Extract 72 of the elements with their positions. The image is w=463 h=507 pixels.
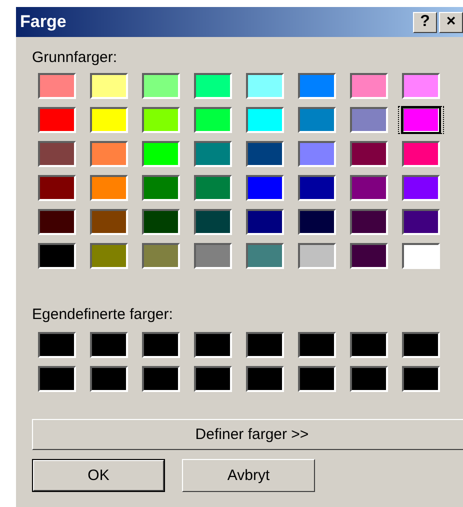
color-swatch[interactable]: [350, 107, 388, 133]
color-swatch[interactable]: [350, 175, 388, 201]
color-swatch[interactable]: [90, 73, 128, 99]
color-swatch[interactable]: [298, 209, 336, 235]
color-swatch[interactable]: [402, 107, 440, 133]
color-swatch[interactable]: [90, 141, 128, 167]
color-swatch[interactable]: [90, 366, 128, 392]
color-swatch[interactable]: [402, 209, 440, 235]
custom-colors-label: Egendefinerte farger:: [32, 306, 174, 323]
color-swatch[interactable]: [246, 243, 284, 269]
window-title: Farge: [20, 12, 66, 32]
color-swatch[interactable]: [298, 366, 336, 392]
color-swatch[interactable]: [90, 209, 128, 235]
color-swatch[interactable]: [350, 141, 388, 167]
color-swatch[interactable]: [142, 332, 180, 358]
color-swatch[interactable]: [350, 332, 388, 358]
ok-button[interactable]: OK: [32, 459, 165, 492]
color-swatch[interactable]: [38, 175, 76, 201]
color-swatch[interactable]: [38, 107, 76, 133]
color-swatch[interactable]: [142, 141, 180, 167]
color-swatch[interactable]: [298, 175, 336, 201]
color-swatch[interactable]: [90, 243, 128, 269]
color-swatch[interactable]: [298, 332, 336, 358]
color-swatch[interactable]: [298, 243, 336, 269]
color-swatch[interactable]: [402, 366, 440, 392]
close-button[interactable]: ×: [439, 12, 463, 32]
color-swatch[interactable]: [38, 332, 76, 358]
color-swatch[interactable]: [142, 209, 180, 235]
color-swatch[interactable]: [194, 107, 232, 133]
color-swatch[interactable]: [298, 107, 336, 133]
color-swatch[interactable]: [246, 107, 284, 133]
color-swatch[interactable]: [194, 209, 232, 235]
basic-colors-label: Grunnfarger:: [32, 49, 118, 66]
color-swatch[interactable]: [350, 209, 388, 235]
help-button[interactable]: ?: [413, 12, 437, 32]
color-swatch[interactable]: [38, 209, 76, 235]
color-swatch[interactable]: [246, 141, 284, 167]
color-swatch[interactable]: [90, 332, 128, 358]
color-swatch[interactable]: [298, 73, 336, 99]
color-swatch[interactable]: [350, 243, 388, 269]
color-swatch[interactable]: [142, 73, 180, 99]
color-swatch[interactable]: [402, 332, 440, 358]
color-swatch[interactable]: [402, 141, 440, 167]
color-swatch[interactable]: [38, 366, 76, 392]
color-swatch[interactable]: [90, 175, 128, 201]
color-swatch[interactable]: [402, 243, 440, 269]
color-swatch[interactable]: [38, 243, 76, 269]
color-swatch[interactable]: [90, 107, 128, 133]
color-swatch[interactable]: [298, 141, 336, 167]
color-swatch[interactable]: [194, 332, 232, 358]
color-swatch[interactable]: [142, 366, 180, 392]
color-swatch[interactable]: [194, 73, 232, 99]
color-swatch[interactable]: [194, 243, 232, 269]
color-swatch[interactable]: [246, 209, 284, 235]
color-swatch[interactable]: [350, 73, 388, 99]
color-swatch[interactable]: [194, 366, 232, 392]
color-swatch[interactable]: [246, 73, 284, 99]
define-colors-button[interactable]: Definer farger >>: [32, 419, 463, 450]
color-swatch[interactable]: [246, 175, 284, 201]
color-swatch[interactable]: [194, 141, 232, 167]
cancel-button[interactable]: Avbryt: [182, 459, 315, 492]
color-swatch[interactable]: [38, 73, 76, 99]
color-swatch[interactable]: [142, 107, 180, 133]
color-swatch[interactable]: [142, 243, 180, 269]
color-swatch[interactable]: [38, 141, 76, 167]
color-swatch[interactable]: [142, 175, 180, 201]
color-swatch[interactable]: [246, 366, 284, 392]
color-swatch[interactable]: [402, 73, 440, 99]
color-swatch[interactable]: [246, 332, 284, 358]
color-swatch[interactable]: [402, 175, 440, 201]
color-swatch[interactable]: [194, 175, 232, 201]
color-swatch[interactable]: [350, 366, 388, 392]
